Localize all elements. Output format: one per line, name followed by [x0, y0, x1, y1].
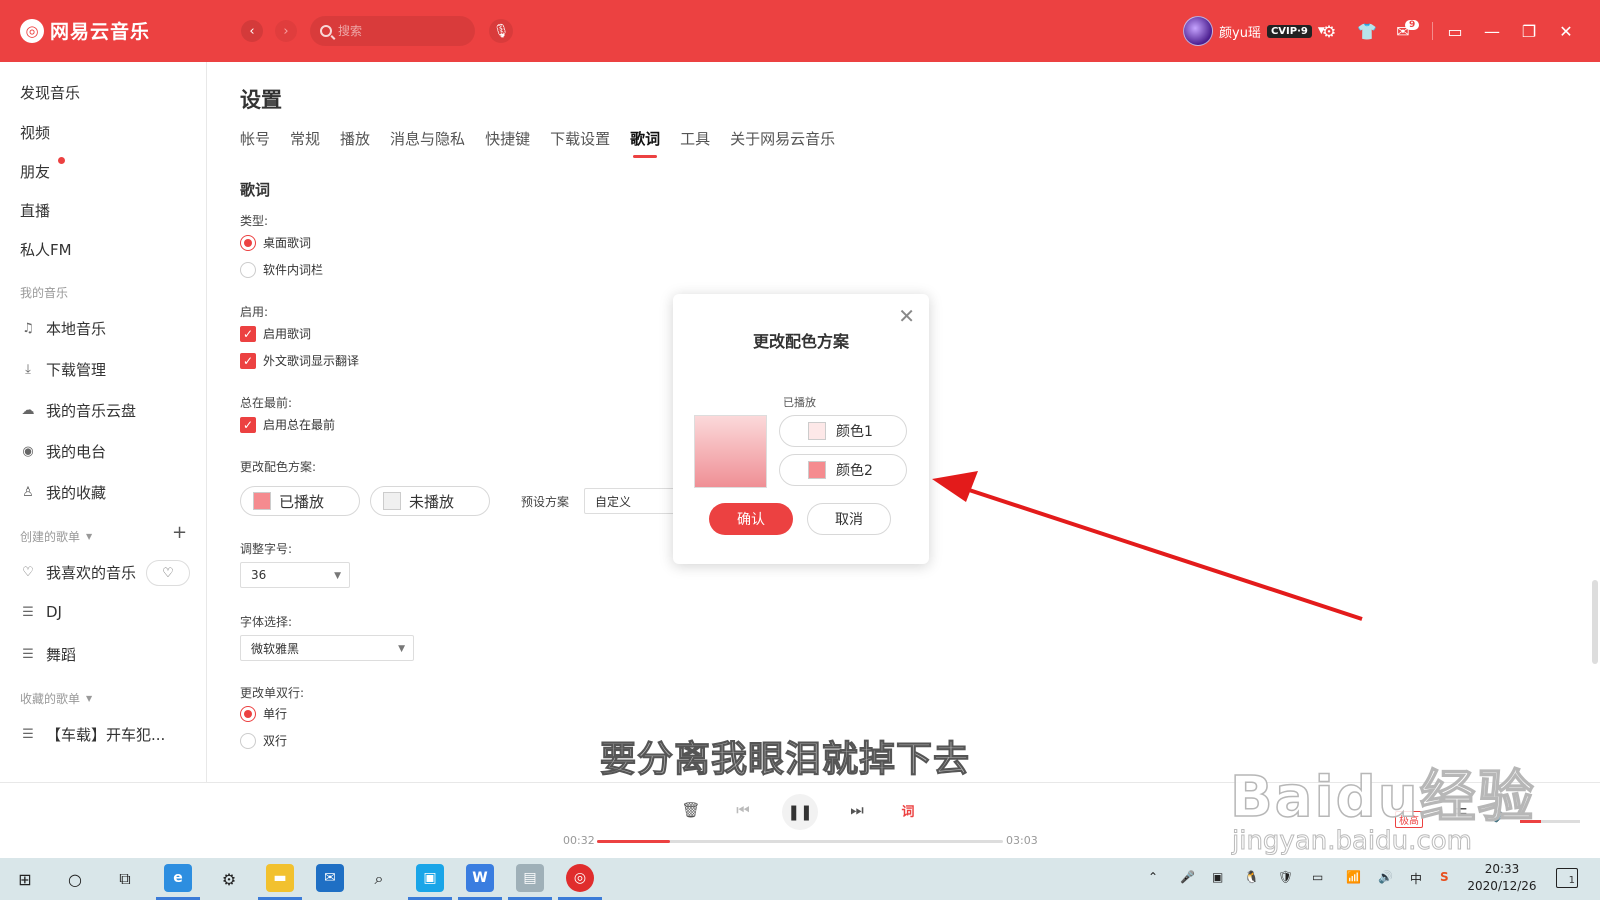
next-icon[interactable]: ⏭ [844, 797, 870, 823]
file-explorer-icon[interactable]: ▬ [266, 864, 294, 892]
progress-bar[interactable] [597, 840, 1003, 843]
battery-icon[interactable]: ▭ [1312, 870, 1323, 884]
wps-writer-icon[interactable]: W [466, 864, 494, 892]
microphone-tray-icon[interactable]: 🎤 [1180, 870, 1195, 884]
current-time: 00:32 [563, 834, 595, 847]
clock-time: 20:33 [1484, 862, 1520, 876]
pause-icon: ❚❚ [787, 803, 813, 821]
settings-gear-icon[interactable]: ⚙ [216, 866, 242, 892]
progress-fill [597, 840, 671, 843]
qq-icon[interactable]: 🐧 [1244, 870, 1259, 884]
baidu-watermark: Baidu经验 [1229, 764, 1536, 831]
netease-music-taskbar-icon[interactable]: ◎ [566, 864, 594, 892]
notification-center-icon[interactable]: 1 [1556, 868, 1578, 888]
total-time: 03:03 [1006, 834, 1038, 847]
edge-browser-icon[interactable]: e [164, 864, 192, 892]
task-view-icon[interactable]: ⧉ [112, 866, 138, 892]
watermark-url: jingyan.baidu.com [1232, 826, 1473, 857]
desktop-lyric[interactable]: 要分离我眼泪就掉下去 [599, 730, 970, 782]
trash-icon[interactable]: 🗑 [678, 797, 704, 823]
taskbar: ⊞ ○ ⧉ e ⚙ ▬ ✉ ⌕ ▣ W ▤ ◎ ⌃ 🎤 ▣ 🐧 🛡 ▭ 📶 🔊 … [0, 858, 1600, 900]
system-clock[interactable]: 20:33 2020/12/26 [1467, 861, 1537, 895]
lyric-toggle-button[interactable]: 词 [895, 797, 921, 823]
tray-app-icon[interactable]: ▣ [1212, 870, 1223, 884]
wifi-icon[interactable]: 📶 [1346, 870, 1361, 884]
windows-start-icon[interactable]: ⊞ [12, 866, 38, 892]
security-shield-icon[interactable]: 🛡 [1278, 870, 1293, 884]
ime-indicator[interactable]: 中 [1410, 870, 1422, 887]
mail-app-icon[interactable]: ✉ [316, 864, 344, 892]
previous-icon[interactable]: ⏮ [730, 797, 756, 823]
pause-button[interactable]: ❚❚ [782, 794, 818, 830]
search-app-icon[interactable]: ⌕ [366, 866, 392, 892]
sogou-ime-icon[interactable]: S [1440, 870, 1449, 884]
clock-date: 2020/12/26 [1467, 879, 1537, 893]
cortana-icon[interactable]: ○ [62, 866, 88, 892]
chevron-up-icon[interactable]: ⌃ [1148, 870, 1158, 884]
app-icon[interactable]: ▣ [416, 864, 444, 892]
image-viewer-icon[interactable]: ▤ [516, 864, 544, 892]
speaker-icon[interactable]: 🔊 [1378, 870, 1393, 884]
